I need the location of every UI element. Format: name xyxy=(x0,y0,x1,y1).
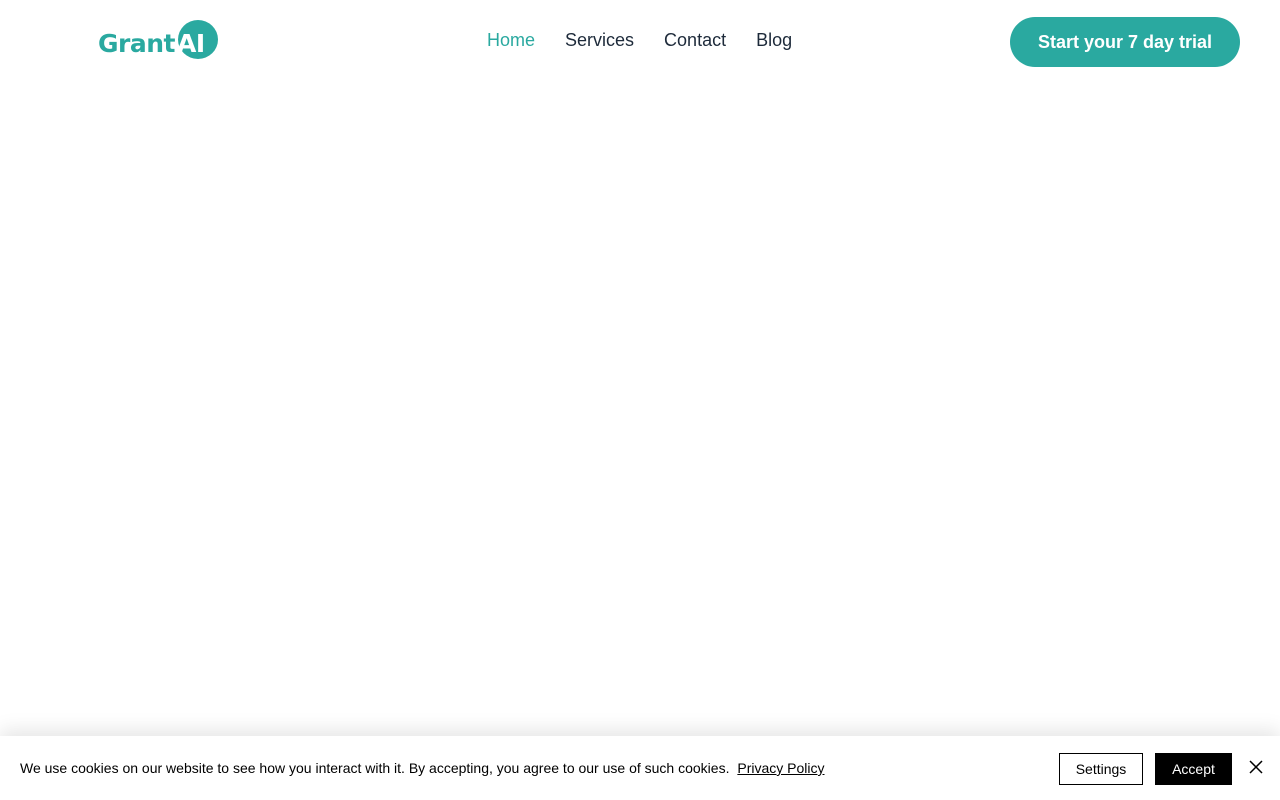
cookie-accept-button[interactable]: Accept xyxy=(1155,753,1232,785)
site-header: Grant AI Home Services Contact Blog Star… xyxy=(0,0,1280,84)
cookie-banner: We use cookies on our website to see how… xyxy=(0,736,1280,800)
nav-item-contact[interactable]: Contact xyxy=(664,28,726,52)
main-nav: Home Services Contact Blog xyxy=(487,28,792,52)
logo[interactable]: Grant AI xyxy=(98,19,220,61)
nav-item-services[interactable]: Services xyxy=(565,28,634,52)
nav-item-home[interactable]: Home xyxy=(487,28,535,52)
nav-item-blog[interactable]: Blog xyxy=(756,28,792,52)
start-trial-button[interactable]: Start your 7 day trial xyxy=(1010,17,1240,67)
close-icon-glyph xyxy=(1249,760,1263,774)
cookie-message: We use cookies on our website to see how… xyxy=(20,760,730,776)
logo-text-ai: AI xyxy=(177,29,205,58)
logo-text-grant: Grant xyxy=(98,29,175,58)
privacy-policy-link[interactable]: Privacy Policy xyxy=(737,760,824,776)
cookie-message-row: We use cookies on our website to see how… xyxy=(20,760,825,776)
cookie-settings-button[interactable]: Settings xyxy=(1059,753,1143,785)
close-icon[interactable] xyxy=(1248,759,1264,775)
